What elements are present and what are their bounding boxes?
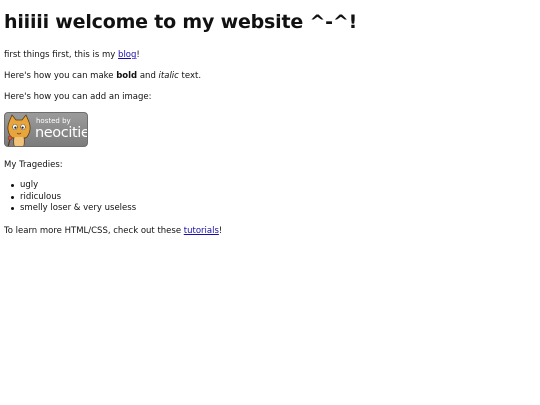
list-item-label: smelly loser & very useless [20,203,137,213]
bold-text: bold [116,71,138,81]
list-item-label: ugly [20,180,39,190]
intro-suffix: ! [136,50,140,60]
tragedies-list: ugly ridiculous smelly loser & very usel… [4,180,136,215]
list-item-label: ridiculous [20,191,62,202]
list-item: ugly [4,180,136,192]
learn-more-paragraph: To learn more HTML/CSS, check out these … [4,226,222,237]
tutorials-link[interactable]: tutorials [184,226,219,236]
page-title: hiiiii welcome to my website ^-^! [4,11,358,33]
bullet-icon [11,184,14,188]
learn-more-text: To learn more HTML/CSS, check out these [4,226,184,236]
page-content: hiiiii welcome to my website ^-^! first … [4,0,536,405]
neocities-label: neocities [35,125,87,141]
neocities-badge[interactable]: hosted by neocities [4,112,88,147]
bullet-icon [11,195,14,199]
format-middle: and [137,71,159,81]
format-paragraph: Here's how you can make bold and italic … [4,71,201,82]
learn-more-suffix: ! [218,226,223,236]
intro-paragraph: first things first, this is my blog! [4,50,140,61]
hosted-by-label: hosted by [36,117,71,125]
list-item: ridiculous [4,192,136,204]
blog-link[interactable]: blog [118,50,136,60]
format-suffix: text. [178,71,202,81]
intro-text: first things first, this is my [4,50,119,60]
bullet-icon [11,207,14,211]
list-item: smelly loser & very useless [4,203,136,215]
tragedies-title: My Tragedies: [4,160,63,170]
image-paragraph: Here's how you can add an image: [4,92,152,102]
format-text: Here's how you can make [4,71,117,81]
italic-text: italic [158,71,179,81]
